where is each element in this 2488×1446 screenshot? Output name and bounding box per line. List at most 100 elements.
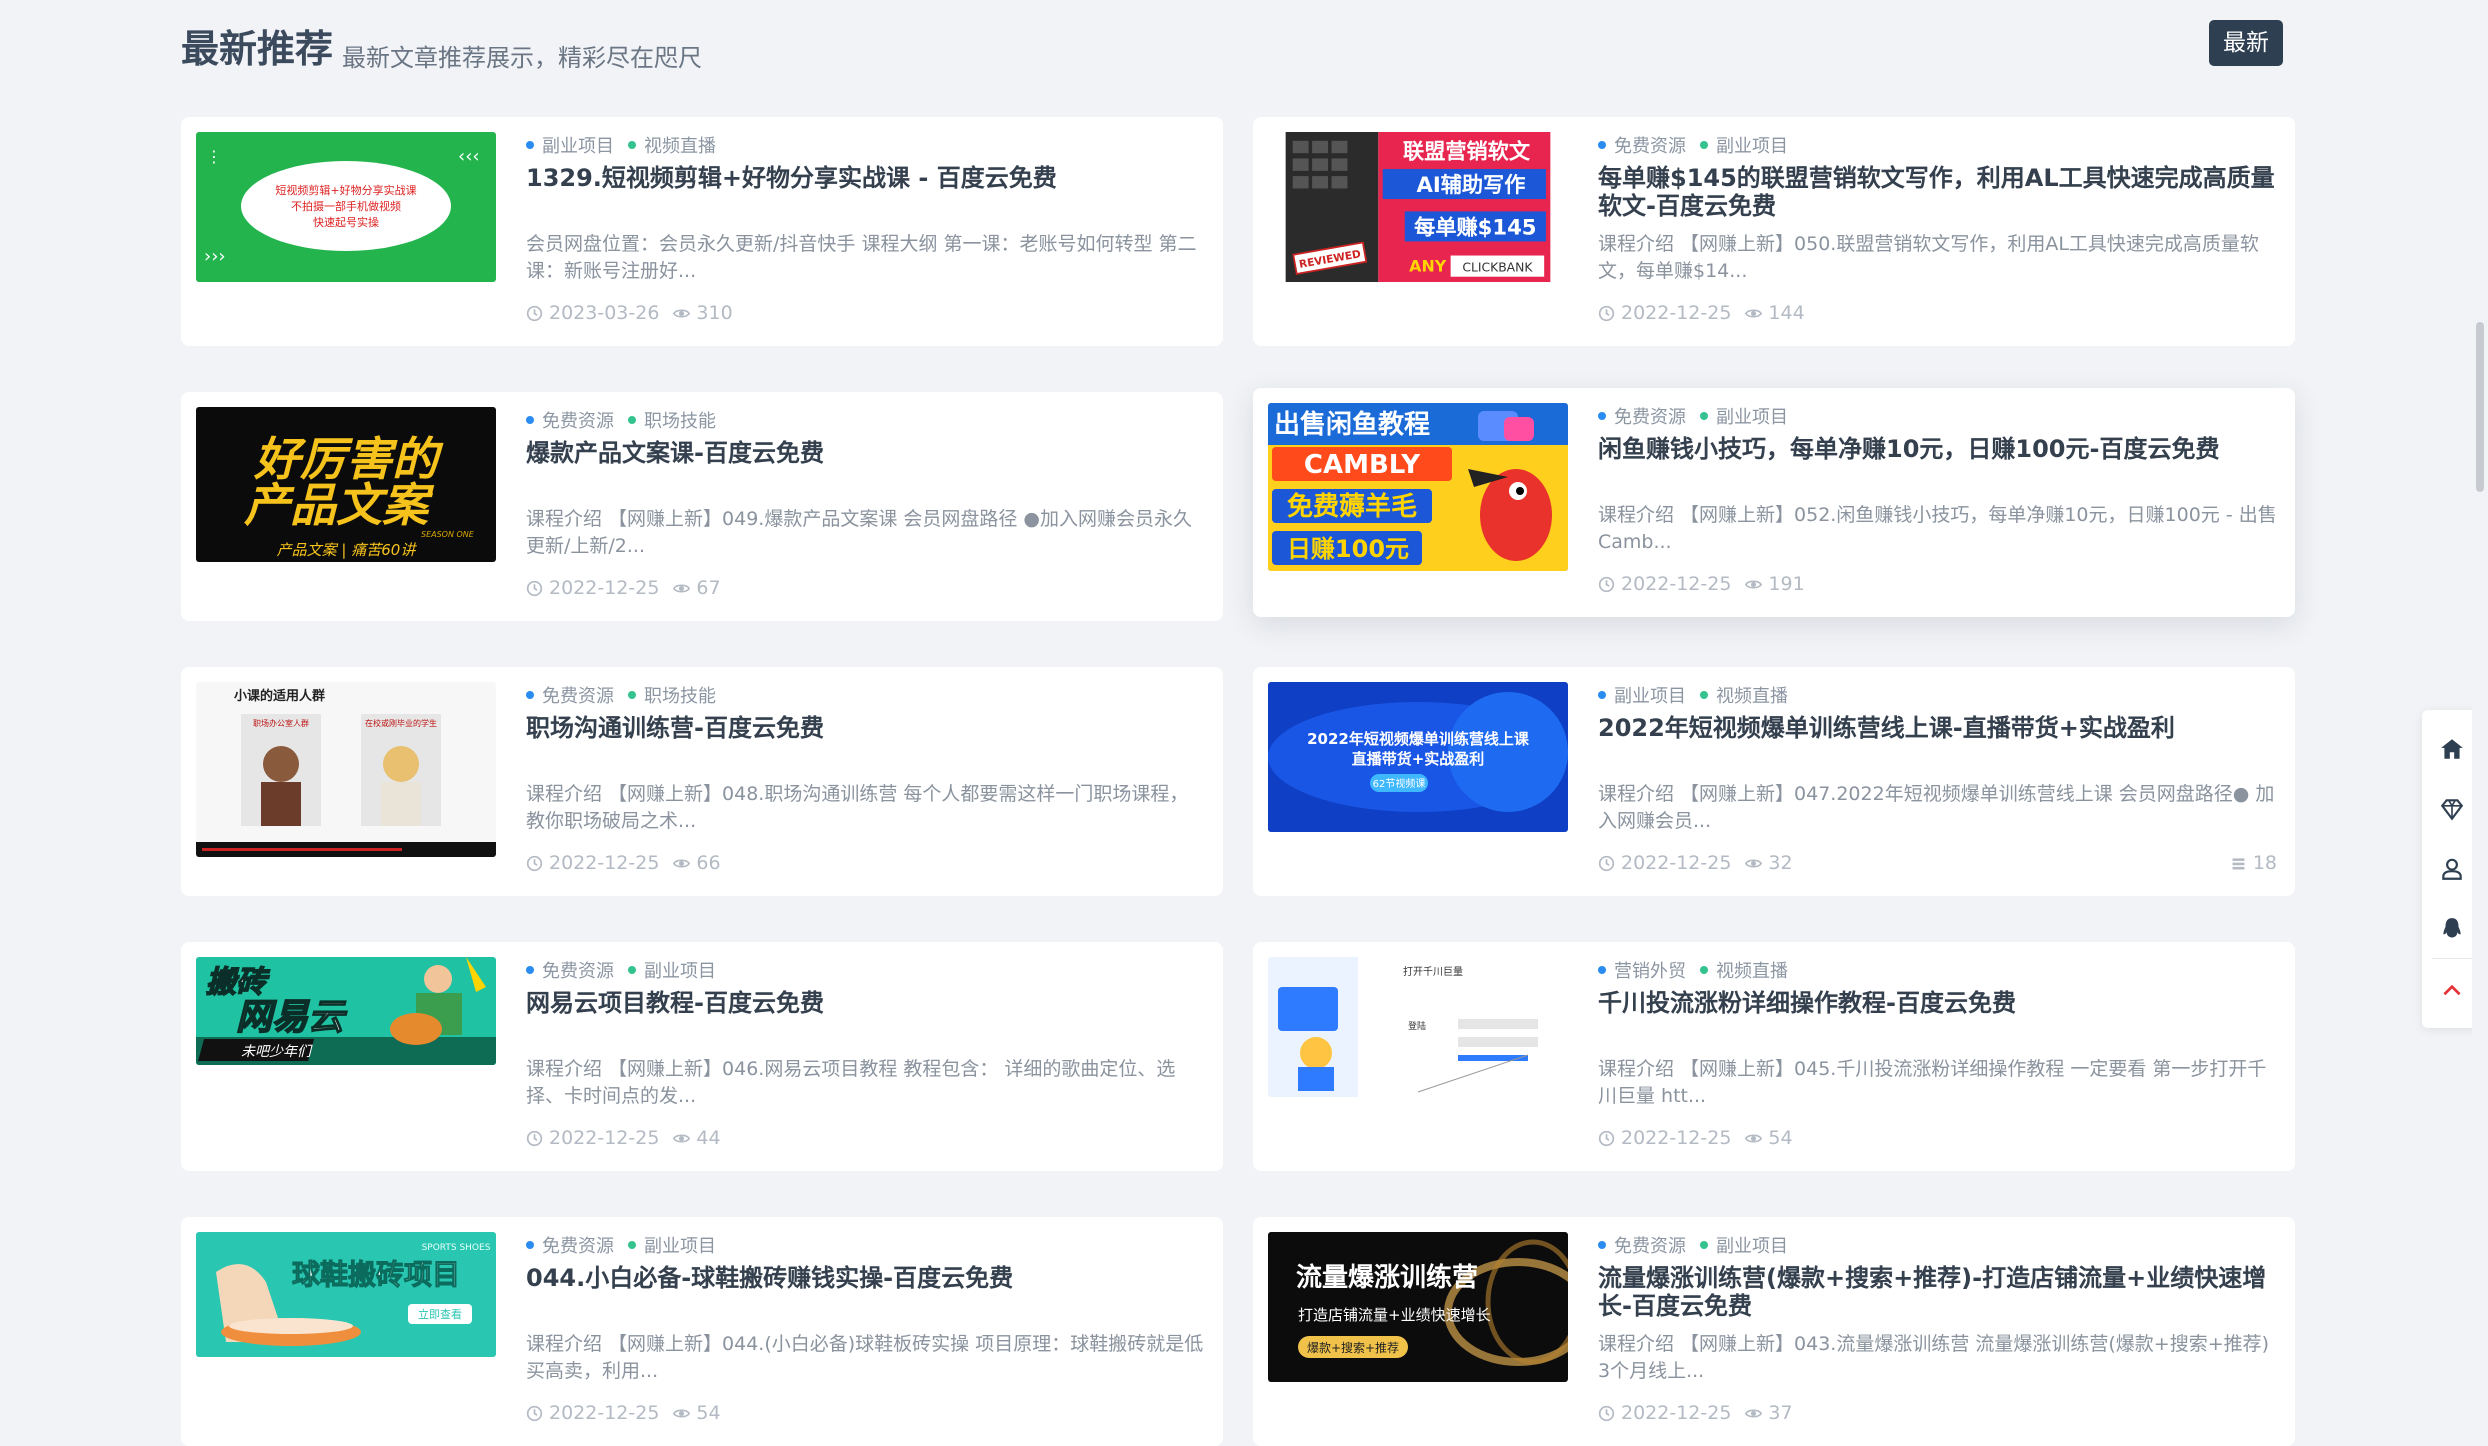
article-views: 144	[1768, 302, 1805, 324]
tag-link[interactable]: 副业项目	[628, 1232, 716, 1258]
tag-link[interactable]: 免费资源	[526, 682, 614, 708]
tag-link[interactable]: 视频直播	[1700, 957, 1788, 983]
tag-link[interactable]: 免费资源	[1598, 132, 1686, 158]
tag-link[interactable]: 免费资源	[1598, 403, 1686, 429]
user-button[interactable]	[2437, 854, 2467, 884]
section-header: 最新推荐 最新文章推荐展示，精彩尽在咫尺 最新	[181, 12, 2283, 76]
article-thumbnail[interactable]: 出售闲鱼教程 CAMBLY 免费薅羊毛 日赚100元	[1268, 403, 1568, 571]
thumb-text: SPORTS SHOES	[422, 1243, 491, 1253]
tag-link[interactable]: 职场技能	[628, 407, 716, 433]
eye-icon	[1745, 1408, 1763, 1418]
tag-link[interactable]: 副业项目	[1700, 403, 1788, 429]
comment-icon	[2232, 857, 2245, 869]
article-meta: 2022-12-25 37	[1598, 1402, 1793, 1424]
article-title-link[interactable]: 闲鱼赚钱小技巧，每单净赚10元，日赚100元-百度云免费	[1598, 435, 2277, 463]
tag-link[interactable]: 副业项目	[1700, 132, 1788, 158]
thumb-text: SEASON ONE	[421, 530, 475, 539]
article-card[interactable]: 搬砖 网易云 未吧少年们 免费资源 副业项目 网易云项目教程-百度云免费 课程介…	[181, 942, 1223, 1171]
vip-button[interactable]	[2437, 794, 2467, 824]
article-meta: 2022-12-25 54	[1598, 1127, 1793, 1149]
eye-icon	[673, 583, 691, 593]
tag-link[interactable]: 免费资源	[526, 407, 614, 433]
toolbar-divider	[2432, 958, 2472, 959]
article-tags: 免费资源 副业项目	[1598, 1232, 1788, 1258]
thumb-text: AI辅助写作	[1417, 172, 1526, 197]
article-card[interactable]: 出售闲鱼教程 CAMBLY 免费薅羊毛 日赚100元 免费资源 副业项目 闲鱼赚…	[1253, 388, 2295, 617]
article-tags: 免费资源 副业项目	[526, 957, 716, 983]
article-card[interactable]: 好厉害的 产品文案 SEASON ONE 产品文案 | 痛苦60讲 免费资源 职…	[181, 392, 1223, 621]
article-title-link[interactable]: 每单赚$145的联盟营销软文写作，利用AL工具快速完成高质量软文-百度云免费	[1598, 164, 2277, 220]
article-title-link[interactable]: 网易云项目教程-百度云免费	[526, 989, 1205, 1017]
article-meta: 2022-12-25 32	[1598, 852, 1793, 874]
article-title-link[interactable]: 职场沟通训练营-百度云免费	[526, 714, 1205, 742]
article-excerpt: 课程介绍 【网赚上新】047.2022年短视频爆单训练营线上课 会员网盘路径● …	[1598, 783, 2275, 832]
tag-link[interactable]: 免费资源	[526, 1232, 614, 1258]
article-excerpt: 课程介绍 【网赚上新】048.职场沟通训练营 每个人都要需这样一门职场课程，教你…	[526, 783, 1189, 832]
article-card[interactable]: 流量爆涨训练营 打造店铺流量+业绩快速增长 爆款+搜索+推荐 免费资源 副业项目…	[1253, 1217, 2295, 1446]
thumb-text: 产品文案	[244, 478, 435, 532]
svg-text:›››: ›››	[204, 246, 226, 267]
article-thumbnail[interactable]: 好厉害的 产品文案 SEASON ONE 产品文案 | 痛苦60讲	[196, 407, 496, 562]
article-tags: 副业项目 视频直播	[1598, 682, 1788, 708]
article-thumbnail[interactable]: SPORTS SHOES 球鞋搬砖项目 立即查看	[196, 1232, 496, 1357]
article-date: 2022-12-25	[549, 1127, 660, 1149]
article-title-link[interactable]: 流量爆涨训练营(爆款+搜索+推荐)-打造店铺流量+业绩快速增长-百度云免费	[1598, 1264, 2277, 1320]
tag-link[interactable]: 视频直播	[1700, 682, 1788, 708]
thumb-text: 62节视频课	[1373, 777, 1426, 790]
article-card[interactable]: 打开千川巨量 登陆 营销外贸 视频直播 千川投流涨粉详细操作教程-百度云免费 课…	[1253, 942, 2295, 1171]
article-views: 66	[696, 852, 721, 874]
thumb-text: 日赚100元	[1287, 535, 1409, 563]
article-excerpt: 课程介绍 【网赚上新】043.流量爆涨训练营 流量爆涨训练营(爆款+搜索+推荐)…	[1598, 1333, 2270, 1382]
article-thumbnail[interactable]: 搬砖 网易云 未吧少年们	[196, 957, 496, 1065]
svg-text:⋮: ⋮	[206, 147, 222, 166]
chevron-up-icon	[2443, 984, 2461, 996]
article-title-link[interactable]: 爆款产品文案课-百度云免费	[526, 439, 1205, 467]
article-thumbnail[interactable]: ⋮ ‹‹‹ ››› 短视频剪辑+好物分享实战课 不拍摄一部手机做视频 快速起号实…	[196, 132, 496, 282]
thumb-text: 爆款+搜索+推荐	[1307, 1340, 1399, 1355]
page-scrollbar[interactable]	[2472, 0, 2488, 1417]
thumb-text: 出售闲鱼教程	[1274, 409, 1430, 440]
tag-link[interactable]: 免费资源	[526, 957, 614, 983]
article-thumbnail[interactable]: 联盟营销软文 AI辅助写作 每单赚$145 REVIEWED ANY CLICK…	[1268, 132, 1568, 282]
article-card[interactable]: SPORTS SHOES 球鞋搬砖项目 立即查看 免费资源 副业项目 044.小…	[181, 1217, 1223, 1446]
tag-link[interactable]: 副业项目	[1700, 1232, 1788, 1258]
article-meta: 2023-03-26 310	[526, 302, 733, 324]
clock-icon	[1598, 1405, 1615, 1421]
home-button[interactable]	[2437, 734, 2467, 764]
article-thumbnail[interactable]: 流量爆涨训练营 打造店铺流量+业绩快速增长 爆款+搜索+推荐	[1268, 1232, 1568, 1382]
article-date: 2022-12-25	[1621, 573, 1732, 595]
tag-link[interactable]: 免费资源	[1598, 1232, 1686, 1258]
article-card[interactable]: 2022年短视频爆单训练营线上课 直播带货+实战盈利 62节视频课 副业项目 视…	[1253, 667, 2295, 896]
tag-link[interactable]: 副业项目	[526, 132, 614, 158]
article-title-link[interactable]: 044.小白必备-球鞋搬砖赚钱实操-百度云免费	[526, 1264, 1205, 1292]
eye-icon	[1745, 858, 1763, 868]
article-title-link[interactable]: 2022年短视频爆单训练营线上课-直播带货+实战盈利	[1598, 714, 2277, 742]
qq-button[interactable]	[2437, 914, 2467, 944]
article-card[interactable]: 联盟营销软文 AI辅助写作 每单赚$145 REVIEWED ANY CLICK…	[1253, 117, 2295, 346]
article-thumbnail[interactable]: 打开千川巨量 登陆	[1268, 957, 1568, 1097]
article-thumbnail[interactable]: 2022年短视频爆单训练营线上课 直播带货+实战盈利 62节视频课	[1268, 682, 1568, 832]
latest-badge-button[interactable]: 最新	[2209, 20, 2283, 66]
article-views: 37	[1768, 1402, 1793, 1424]
tag-link[interactable]: 营销外贸	[1598, 957, 1686, 983]
article-card[interactable]: ⋮ ‹‹‹ ››› 短视频剪辑+好物分享实战课 不拍摄一部手机做视频 快速起号实…	[181, 117, 1223, 346]
article-tags: 营销外贸 视频直播	[1598, 957, 1788, 983]
tag-link[interactable]: 副业项目	[628, 957, 716, 983]
tag-link[interactable]: 视频直播	[628, 132, 716, 158]
article-thumbnail[interactable]: 小课的适用人群 职场办公室人群 在校或刚毕业的学生	[196, 682, 496, 857]
article-meta: 2022-12-25 44	[526, 1127, 721, 1149]
tag-link[interactable]: 职场技能	[628, 682, 716, 708]
article-excerpt: 会员网盘位置：会员永久更新/抖音快手 课程大纲 第一课：老账号如何转型 第二课：…	[526, 233, 1197, 282]
article-title-link[interactable]: 1329.短视频剪辑+好物分享实战课 - 百度云免费	[526, 164, 1205, 192]
article-excerpt: 课程介绍 【网赚上新】050.联盟营销软文写作，利用AL工具快速完成高质量软文，…	[1598, 233, 2259, 282]
article-title-link[interactable]: 千川投流涨粉详细操作教程-百度云免费	[1598, 989, 2277, 1017]
clock-icon	[1598, 576, 1615, 592]
scrollbar-thumb[interactable]	[2476, 322, 2484, 492]
article-tags: 免费资源 职场技能	[526, 682, 716, 708]
thumb-text: 在校或刚毕业的学生	[365, 718, 437, 728]
article-excerpt: 课程介绍 【网赚上新】049.爆款产品文案课 会员网盘路径 ●加入网赚会员永久更…	[526, 508, 1193, 557]
back-to-top-button[interactable]	[2437, 976, 2467, 1006]
tag-link[interactable]: 副业项目	[1598, 682, 1686, 708]
article-card[interactable]: 小课的适用人群 职场办公室人群 在校或刚毕业的学生 免费资源 职场技能 职场沟通…	[181, 667, 1223, 896]
article-date: 2022-12-25	[549, 852, 660, 874]
